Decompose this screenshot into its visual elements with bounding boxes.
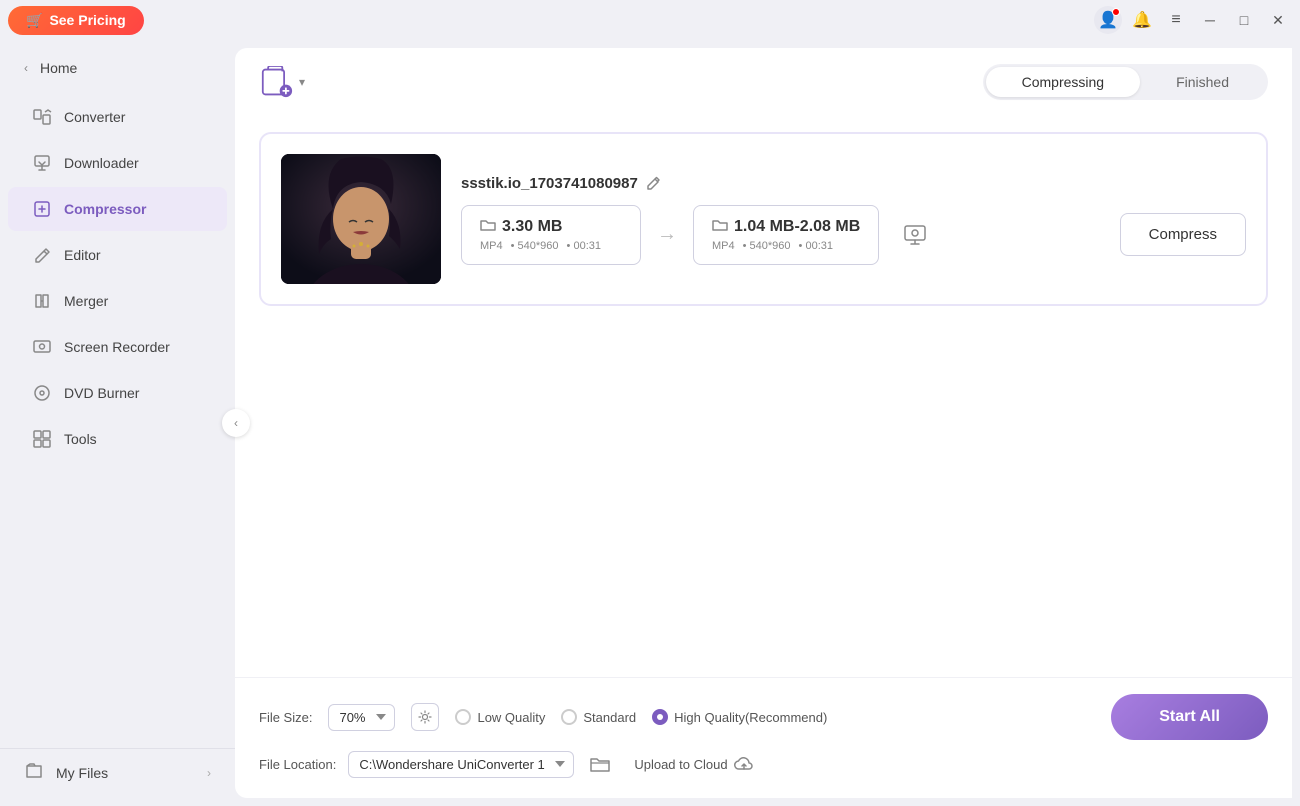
sidebar-item-converter[interactable]: Converter [8, 95, 227, 139]
sidebar-item-compressor[interactable]: Compressor [8, 187, 227, 231]
sidebar-merger-label: Merger [64, 293, 108, 309]
screen-recorder-icon [32, 337, 52, 357]
quality-standard-option[interactable]: Standard [561, 709, 636, 725]
compress-settings-icon[interactable] [895, 215, 935, 255]
see-pricing-label: See Pricing [49, 12, 125, 28]
compressor-icon [32, 199, 52, 219]
tools-icon [32, 429, 52, 449]
add-file-button[interactable]: ▾ [259, 64, 305, 100]
original-size-value: 3.30 MB [480, 218, 622, 236]
low-quality-radio[interactable] [455, 709, 471, 725]
file-size-select[interactable]: 70% 50% 80% 90% [328, 704, 395, 731]
user-icon[interactable]: 👤 [1094, 6, 1122, 34]
file-name-row: ssstik.io_1703741080987 [461, 174, 1246, 193]
original-size-box: 3.30 MB MP4 540*960 00:31 [461, 205, 641, 265]
notification-badge [1112, 8, 1120, 16]
target-size-box: 1.04 MB-2.08 MB MP4 540*960 00:31 [693, 205, 879, 265]
sidebar-item-editor[interactable]: Editor [8, 233, 227, 277]
high-quality-label: High Quality(Recommend) [674, 710, 827, 725]
file-info: ssstik.io_1703741080987 [461, 174, 1246, 265]
quality-high-option[interactable]: High Quality(Recommend) [652, 709, 827, 725]
sidebar-my-files-label: My Files [56, 765, 108, 781]
topbar: ▾ Compressing Finished [235, 48, 1292, 116]
sidebar-converter-label: Converter [64, 109, 125, 125]
quality-low-option[interactable]: Low Quality [455, 709, 545, 725]
folder-icon [480, 218, 496, 235]
menu-icon[interactable]: ≡ [1162, 6, 1190, 34]
sidebar-dvd-burner-label: DVD Burner [64, 385, 139, 401]
open-folder-icon[interactable] [586, 750, 614, 778]
file-thumbnail [281, 154, 441, 284]
standard-quality-radio[interactable] [561, 709, 577, 725]
chevron-right-icon: › [207, 766, 211, 780]
file-area: ssstik.io_1703741080987 [235, 116, 1292, 677]
sidebar-item-tools[interactable]: Tools [8, 417, 227, 461]
sidebar: ‹ Home Converter Download [0, 40, 235, 806]
standard-quality-label: Standard [583, 710, 636, 725]
target-folder-icon [712, 218, 728, 235]
sidebar-item-merger[interactable]: Merger [8, 279, 227, 323]
start-all-button[interactable]: Start All [1111, 694, 1268, 740]
app-body: ‹ Home Converter Download [0, 40, 1300, 806]
bell-icon[interactable]: 🔔 [1128, 6, 1156, 34]
titlebar: 🛒 See Pricing 👤 🔔 ≡ ─ □ ✕ [0, 0, 1300, 40]
arrow-right-icon: → [657, 223, 677, 246]
file-location-label: File Location: [259, 757, 336, 772]
high-quality-radio[interactable] [652, 709, 668, 725]
sidebar-tools-label: Tools [64, 431, 97, 447]
tab-finished[interactable]: Finished [1140, 67, 1265, 97]
main-content: ▾ Compressing Finished [235, 48, 1292, 798]
compress-info: 3.30 MB MP4 540*960 00:31 → [461, 205, 1246, 265]
sidebar-home-label: Home [40, 60, 77, 76]
quality-settings-icon[interactable] [411, 703, 439, 731]
sidebar-item-downloader[interactable]: Downloader [8, 141, 227, 185]
bottom-row-quality: File Size: 70% 50% 80% 90% Low [259, 694, 1268, 740]
sidebar-item-my-files[interactable]: My Files › [0, 748, 235, 796]
collapse-sidebar-button[interactable]: ‹ [222, 409, 250, 437]
chevron-left-icon: ‹ [24, 61, 28, 75]
quality-radio-group: Low Quality Standard High Quality(Recomm… [455, 709, 827, 725]
maximize-button[interactable]: □ [1230, 6, 1258, 34]
thumbnail-image [281, 154, 441, 284]
target-size-meta: MP4 540*960 00:31 [712, 240, 860, 252]
bottom-row-location: File Location: C:\Wondershare UniConvert… [259, 750, 1268, 778]
add-file-icon [259, 64, 295, 100]
merger-icon [32, 291, 52, 311]
my-files-icon [24, 761, 44, 784]
add-file-chevron-icon: ▾ [299, 75, 305, 89]
upload-cloud-label: Upload to Cloud [634, 757, 727, 772]
downloader-icon [32, 153, 52, 173]
sidebar-screen-recorder-label: Screen Recorder [64, 339, 170, 355]
file-name: ssstik.io_1703741080987 [461, 175, 638, 192]
low-quality-label: Low Quality [477, 710, 545, 725]
minimize-button[interactable]: ─ [1196, 6, 1224, 34]
compress-button[interactable]: Compress [1120, 213, 1246, 256]
titlebar-icons: 👤 🔔 ≡ ─ □ ✕ [1094, 6, 1292, 34]
sidebar-item-screen-recorder[interactable]: Screen Recorder [8, 325, 227, 369]
upload-to-cloud-button[interactable]: Upload to Cloud [634, 755, 753, 773]
file-size-label: File Size: [259, 710, 312, 725]
tab-group: Compressing Finished [983, 64, 1268, 100]
sidebar-downloader-label: Downloader [64, 155, 139, 171]
edit-filename-icon[interactable] [646, 174, 662, 193]
sidebar-spacer [0, 462, 235, 748]
sidebar-compressor-label: Compressor [64, 201, 146, 217]
sidebar-editor-label: Editor [64, 247, 101, 263]
original-size-meta: MP4 540*960 00:31 [480, 240, 622, 252]
bottom-bar: File Size: 70% 50% 80% 90% Low [235, 677, 1292, 798]
converter-icon [32, 107, 52, 127]
file-card: ssstik.io_1703741080987 [259, 132, 1268, 306]
see-pricing-button[interactable]: 🛒 See Pricing [8, 6, 144, 35]
sidebar-item-home[interactable]: ‹ Home [0, 50, 235, 86]
tab-compressing[interactable]: Compressing [986, 67, 1140, 97]
close-button[interactable]: ✕ [1264, 6, 1292, 34]
cart-icon: 🛒 [26, 12, 43, 29]
sidebar-item-dvd-burner[interactable]: DVD Burner [8, 371, 227, 415]
file-location-select[interactable]: C:\Wondershare UniConverter 1 [348, 751, 574, 778]
target-size-value: 1.04 MB-2.08 MB [712, 218, 860, 236]
editor-icon [32, 245, 52, 265]
dvd-burner-icon [32, 383, 52, 403]
